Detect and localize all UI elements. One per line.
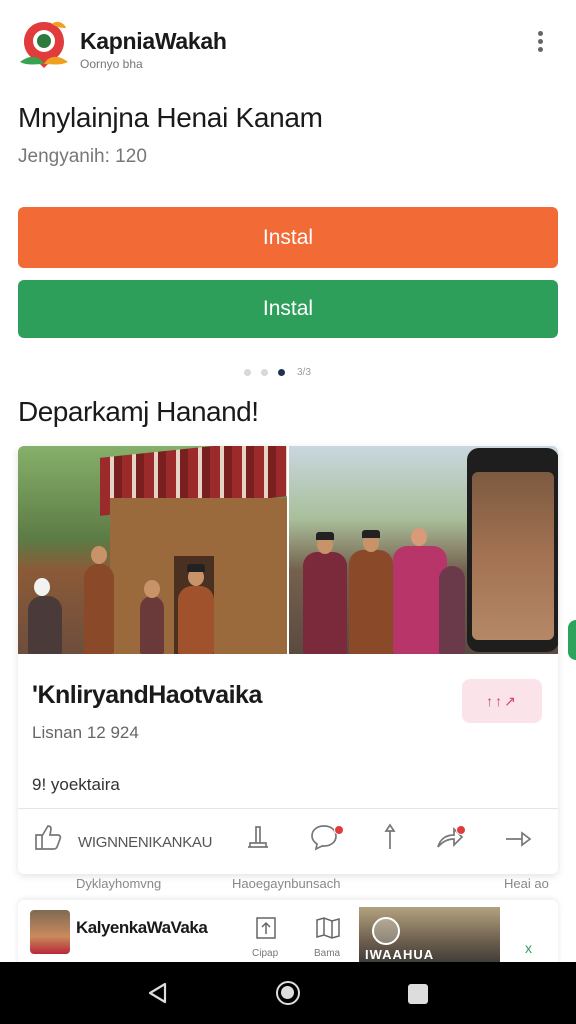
install-button-secondary[interactable]: Instal [18, 280, 558, 338]
person-cap [316, 532, 334, 540]
person-head [34, 578, 50, 596]
person-head [91, 546, 107, 564]
upload-label: Cipap [252, 948, 279, 959]
map-label: Bama [314, 948, 341, 959]
post-meta: 9! yoektaira [32, 775, 120, 794]
person-head [144, 580, 160, 598]
page-subtitle: Jengyanih: 120 [18, 146, 147, 167]
pin-icon[interactable] [374, 821, 414, 861]
app-logo-icon[interactable] [18, 18, 70, 70]
floating-edge-handle[interactable] [568, 620, 576, 660]
app-subtitle: Oornyo bha [80, 57, 143, 71]
person-head [411, 528, 427, 546]
person-cap [187, 564, 205, 572]
post-badge[interactable]: ↑↑↗ [462, 679, 542, 723]
map-icon[interactable] [314, 914, 342, 942]
install-button-primary[interactable]: Instal [18, 207, 558, 268]
person-figure [28, 596, 62, 654]
pager-dot[interactable] [244, 368, 251, 376]
faded-label: Dyklayhomvng [76, 876, 162, 891]
play-icon[interactable] [372, 917, 400, 945]
post-media[interactable] [18, 446, 558, 654]
nav-home-icon[interactable] [276, 981, 300, 1005]
person-figure [178, 586, 214, 654]
faded-label: Haoegaynbunsach [232, 876, 341, 891]
nav-recent-icon[interactable] [408, 984, 428, 1004]
section-title: Deparkamj Hanand! [18, 396, 259, 427]
thumbs-up-icon[interactable] [32, 821, 72, 861]
post-date: Lisnan 12 924 [32, 723, 139, 742]
person-figure [349, 550, 393, 654]
notification-dot [456, 825, 466, 835]
forward-arrow-icon[interactable] [502, 821, 542, 861]
pager-label: 3/3 [297, 366, 311, 378]
notification-dot [334, 825, 344, 835]
post-photo-village[interactable] [18, 446, 287, 654]
comment-icon[interactable] [308, 821, 348, 861]
close-icon[interactable]: x [525, 940, 532, 956]
faded-actions-row: Dyklayhomvng Haoegaynbunsach Heai ao [0, 874, 576, 896]
pager-dot-active[interactable] [278, 368, 285, 376]
post-actions: WIGNNENIKANKAU [18, 809, 558, 874]
page-title: Mnylainjna Henai Kanam [18, 102, 323, 133]
post-title[interactable]: 'KnliryandHaotvaika [32, 681, 262, 710]
person-figure [439, 566, 465, 654]
pager-dot[interactable] [261, 368, 268, 376]
post-photo-group[interactable] [289, 446, 558, 654]
thumbnail-caption: IWAAHUA [365, 947, 435, 962]
post-card[interactable]: 'KnliryandHaotvaika ↑↑↗ Lisnan 12 924 9!… [18, 446, 558, 874]
faded-label: Heai ao [504, 876, 549, 891]
app-screen: KapniaWakah Oornyo bha Mnylainjna Henai … [0, 0, 576, 1024]
next-post-thumbnail[interactable]: IWAAHUA [359, 907, 500, 964]
person-figure [303, 552, 347, 654]
next-post-title[interactable]: KalyenkaWaVaka [76, 918, 208, 938]
next-post-card[interactable]: KalyenkaWaVaka Cipap Bama IWAAHUA x [18, 900, 558, 964]
person-cap [362, 530, 380, 538]
person-figure [84, 564, 114, 654]
upload-icon[interactable] [252, 914, 280, 942]
app-name: KapniaWakah [80, 28, 227, 54]
more-vert-icon[interactable] [528, 28, 552, 64]
share-icon[interactable] [434, 821, 474, 861]
phone-mockup-screen [472, 472, 554, 640]
person-figure [140, 596, 164, 654]
like-label[interactable]: WIGNNENIKANKAU [78, 834, 212, 851]
stand-icon[interactable] [242, 821, 282, 861]
nav-back-icon[interactable] [147, 982, 169, 1004]
app-bar: KapniaWakah Oornyo bha [0, 0, 576, 92]
system-nav-bar [0, 962, 576, 1024]
next-post-avatar[interactable] [30, 910, 70, 954]
pager-dots: 3/3 [244, 365, 311, 379]
